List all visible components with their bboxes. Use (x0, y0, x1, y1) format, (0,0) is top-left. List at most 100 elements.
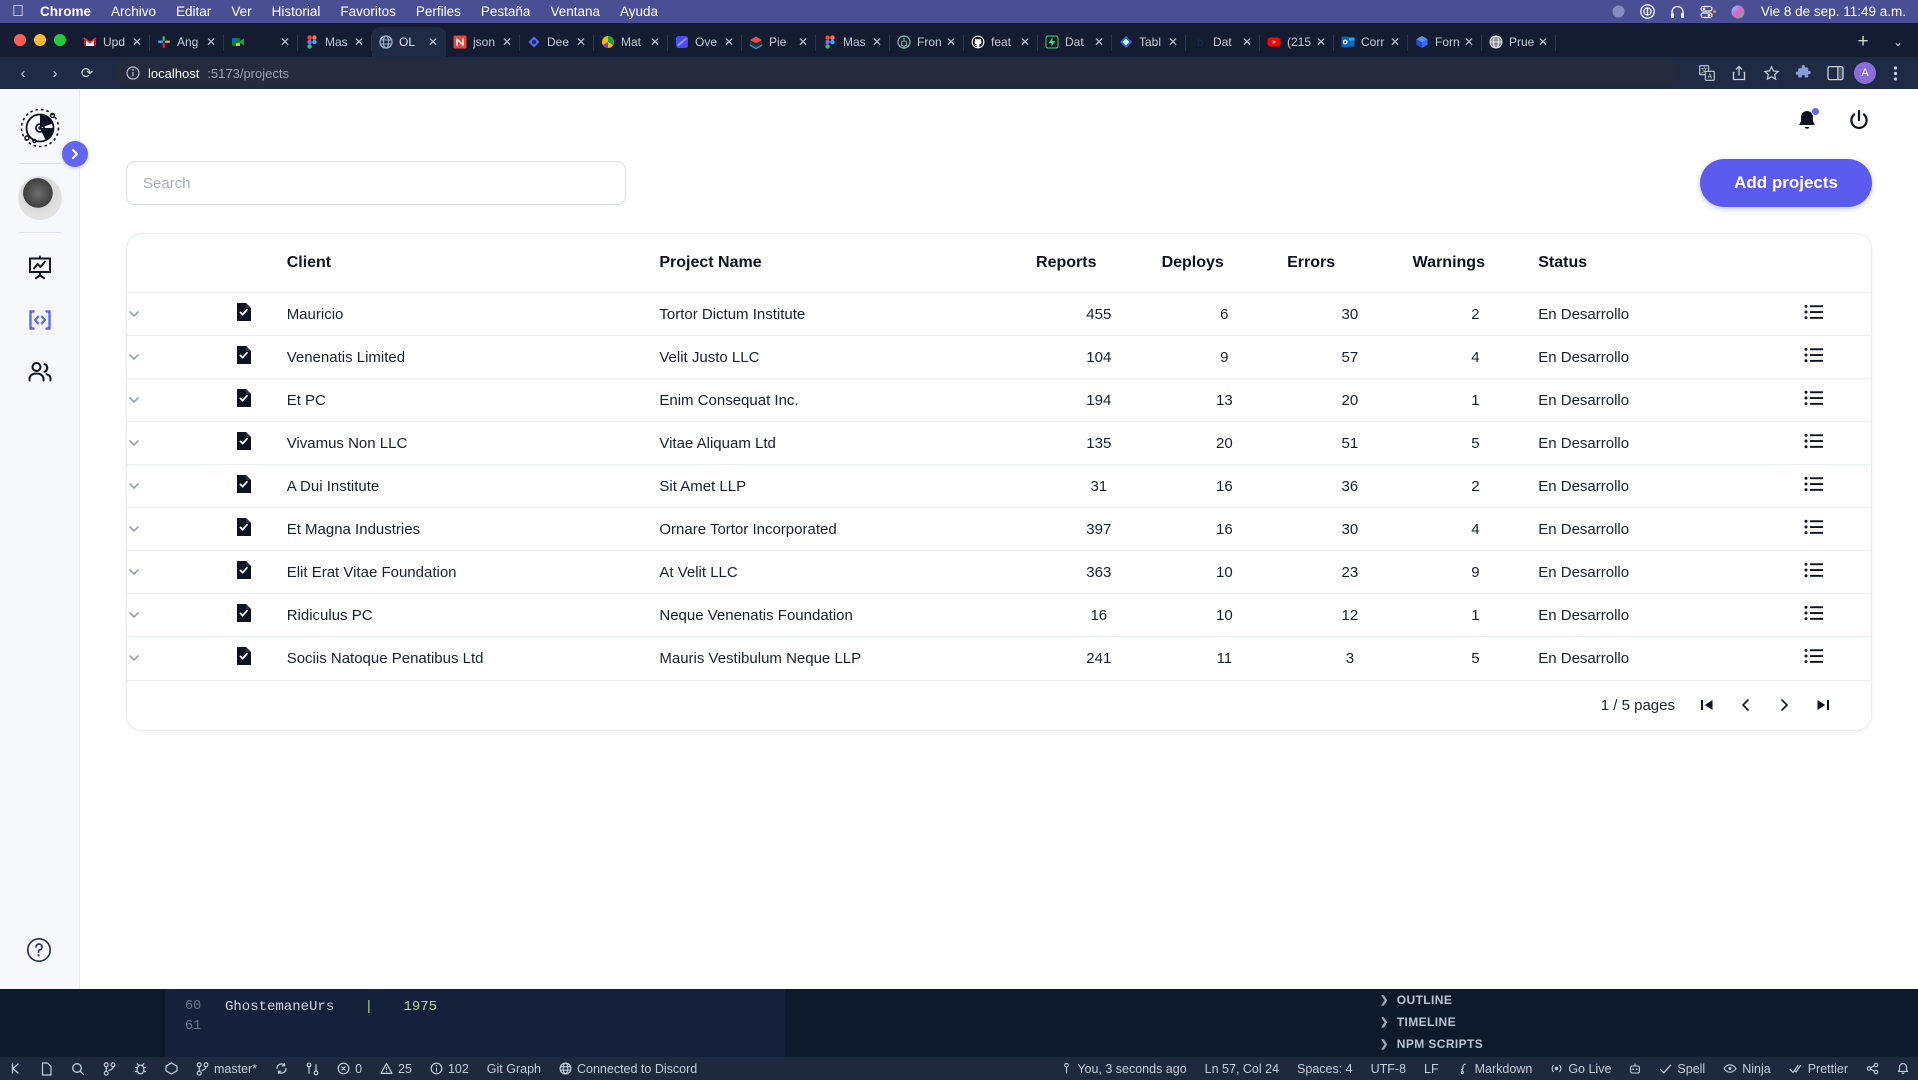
menu-item-ventana[interactable]: Ventana (550, 4, 600, 19)
status-bell-icon[interactable] (1888, 1062, 1918, 1075)
close-tab-button[interactable]: ✕ (352, 35, 366, 49)
chevron-down-icon[interactable] (127, 651, 205, 665)
status-sync-icon[interactable] (266, 1062, 297, 1075)
panel-timeline[interactable]: ❯ TIMELINE (1380, 1011, 1910, 1033)
col-status[interactable]: Status (1538, 234, 1758, 293)
close-tab-button[interactable]: ✕ (204, 35, 218, 49)
browser-tab[interactable]: ✕ (224, 27, 298, 57)
row-actions-cell[interactable] (1757, 550, 1871, 594)
chevron-down-icon[interactable] (127, 522, 205, 536)
status-git-blame[interactable]: You, 3 seconds ago (1052, 1062, 1195, 1076)
close-tab-button[interactable]: ✕ (796, 35, 810, 49)
status-discord[interactable]: Connected to Discord (550, 1062, 706, 1076)
kebab-menu-icon[interactable] (1882, 60, 1908, 86)
chevron-down-icon[interactable] (127, 436, 205, 450)
row-doc-cell[interactable] (204, 292, 283, 336)
power-icon[interactable] (1846, 107, 1872, 133)
browser-tab[interactable]: Upd ✕ (76, 27, 150, 57)
status-warnings[interactable]: 25 (371, 1062, 421, 1076)
table-row[interactable]: Et Magna Industries Ornare Tortor Incorpo… (127, 507, 1871, 551)
user-avatar[interactable] (17, 176, 62, 220)
browser-tab[interactable]: Prue ✕ (1482, 27, 1556, 57)
row-expand-cell[interactable] (127, 464, 205, 508)
page-prev-icon[interactable] (1739, 698, 1753, 712)
row-doc-cell[interactable] (204, 464, 283, 508)
browser-tab[interactable]: feat ✕ (964, 27, 1038, 57)
status-spell[interactable]: Spell (1650, 1062, 1714, 1076)
close-tab-button[interactable]: ✕ (1092, 35, 1106, 49)
status-go-live[interactable]: Go Live (1541, 1062, 1620, 1076)
row-doc-cell[interactable] (204, 378, 283, 422)
list-menu-icon[interactable] (1804, 390, 1824, 406)
row-expand-cell[interactable] (127, 335, 205, 379)
headphones-icon[interactable] (1670, 5, 1685, 19)
list-menu-icon[interactable] (1804, 519, 1824, 535)
browser-tab[interactable]: Mat ✕ (594, 27, 668, 57)
maximize-window-button[interactable] (54, 34, 66, 46)
row-doc-cell[interactable] (204, 593, 283, 637)
browser-tab[interactable]: Corr ✕ (1334, 27, 1408, 57)
document-check-icon[interactable] (235, 517, 253, 537)
share-icon[interactable] (1726, 60, 1752, 86)
browser-tab[interactable]: Mas ✕ (298, 27, 372, 57)
status-search-icon[interactable] (62, 1062, 94, 1076)
status-extensions-icon[interactable] (156, 1062, 187, 1075)
browser-tab[interactable]: Fron ✕ (890, 27, 964, 57)
close-tab-button[interactable]: ✕ (130, 35, 144, 49)
help-circle-icon[interactable] (22, 933, 56, 967)
tab-search-button[interactable]: ⌄ (1878, 27, 1918, 57)
list-menu-icon[interactable] (1804, 476, 1824, 492)
row-expand-cell[interactable] (127, 550, 205, 594)
document-check-icon[interactable] (235, 431, 253, 451)
menubar-clock[interactable]: Vie 8 de sep. 11:49 a.m. (1761, 4, 1906, 19)
list-menu-icon[interactable] (1804, 347, 1824, 363)
list-menu-icon[interactable] (1804, 605, 1824, 621)
row-expand-cell[interactable] (127, 593, 205, 637)
reload-icon[interactable]: ⟳ (74, 60, 100, 86)
row-actions-cell[interactable] (1757, 464, 1871, 508)
browser-tab[interactable]: Dat ✕ (1038, 27, 1112, 57)
close-tab-button[interactable]: ✕ (1462, 35, 1476, 49)
status-indentation[interactable]: Spaces: 4 (1288, 1062, 1362, 1076)
menu-item-editar[interactable]: Editar (176, 4, 211, 19)
menu-item-perfiles[interactable]: Perfiles (416, 4, 461, 19)
menu-item-pestana[interactable]: Pestaña (481, 4, 531, 19)
chevron-down-icon[interactable] (127, 350, 205, 364)
browser-tab[interactable]: Tabl ✕ (1112, 27, 1186, 57)
circle-icon[interactable] (1612, 5, 1625, 18)
status-robot-icon[interactable] (1620, 1062, 1650, 1075)
row-doc-cell[interactable] (204, 507, 283, 551)
siri-icon[interactable] (1731, 5, 1745, 19)
row-actions-cell[interactable] (1757, 421, 1871, 465)
status-source-control-icon[interactable] (94, 1061, 125, 1076)
list-menu-icon[interactable] (1804, 433, 1824, 449)
chevron-down-icon[interactable] (127, 608, 205, 622)
page-first-icon[interactable] (1699, 698, 1715, 712)
col-warnings[interactable]: Warnings (1413, 234, 1539, 293)
status-file-icon[interactable] (31, 1061, 62, 1076)
add-projects-button[interactable]: Add projects (1700, 159, 1872, 207)
browser-tab[interactable]: Pie ✕ (742, 27, 816, 57)
forward-icon[interactable]: › (42, 60, 68, 86)
browser-tab[interactable]: Dee ✕ (520, 27, 594, 57)
address-bar[interactable]: localhost:5173/projects (114, 60, 1680, 86)
row-actions-cell[interactable] (1757, 593, 1871, 637)
table-row[interactable]: Vivamus Non LLC Vitae Aliquam Ltd 135 20 51 5… (127, 421, 1871, 465)
close-tab-button[interactable]: ✕ (1536, 35, 1550, 49)
sidebar-item-clients[interactable] (23, 355, 57, 389)
menu-item-ayuda[interactable]: Ayuda (620, 4, 658, 19)
status-encoding[interactable]: UTF-8 (1362, 1062, 1415, 1076)
col-project-name[interactable]: Project Name (659, 234, 1036, 293)
close-tab-button[interactable]: ✕ (500, 35, 514, 49)
row-actions-cell[interactable] (1757, 292, 1871, 336)
status-share-icon[interactable] (1857, 1062, 1888, 1075)
translate-icon[interactable]: 文A (1694, 60, 1720, 86)
status-errors[interactable]: 0 (328, 1062, 371, 1076)
menu-item-favoritos[interactable]: Favoritos (340, 4, 396, 19)
close-tab-button[interactable]: ✕ (1388, 35, 1402, 49)
search-input[interactable] (126, 161, 626, 205)
minimize-window-button[interactable] (34, 34, 46, 46)
browser-tab[interactable]: Mas ✕ (816, 27, 890, 57)
table-row[interactable]: Elit Erat Vitae Foundation At Velit LLC 36… (127, 550, 1871, 594)
menu-item-ver[interactable]: Ver (231, 4, 251, 19)
